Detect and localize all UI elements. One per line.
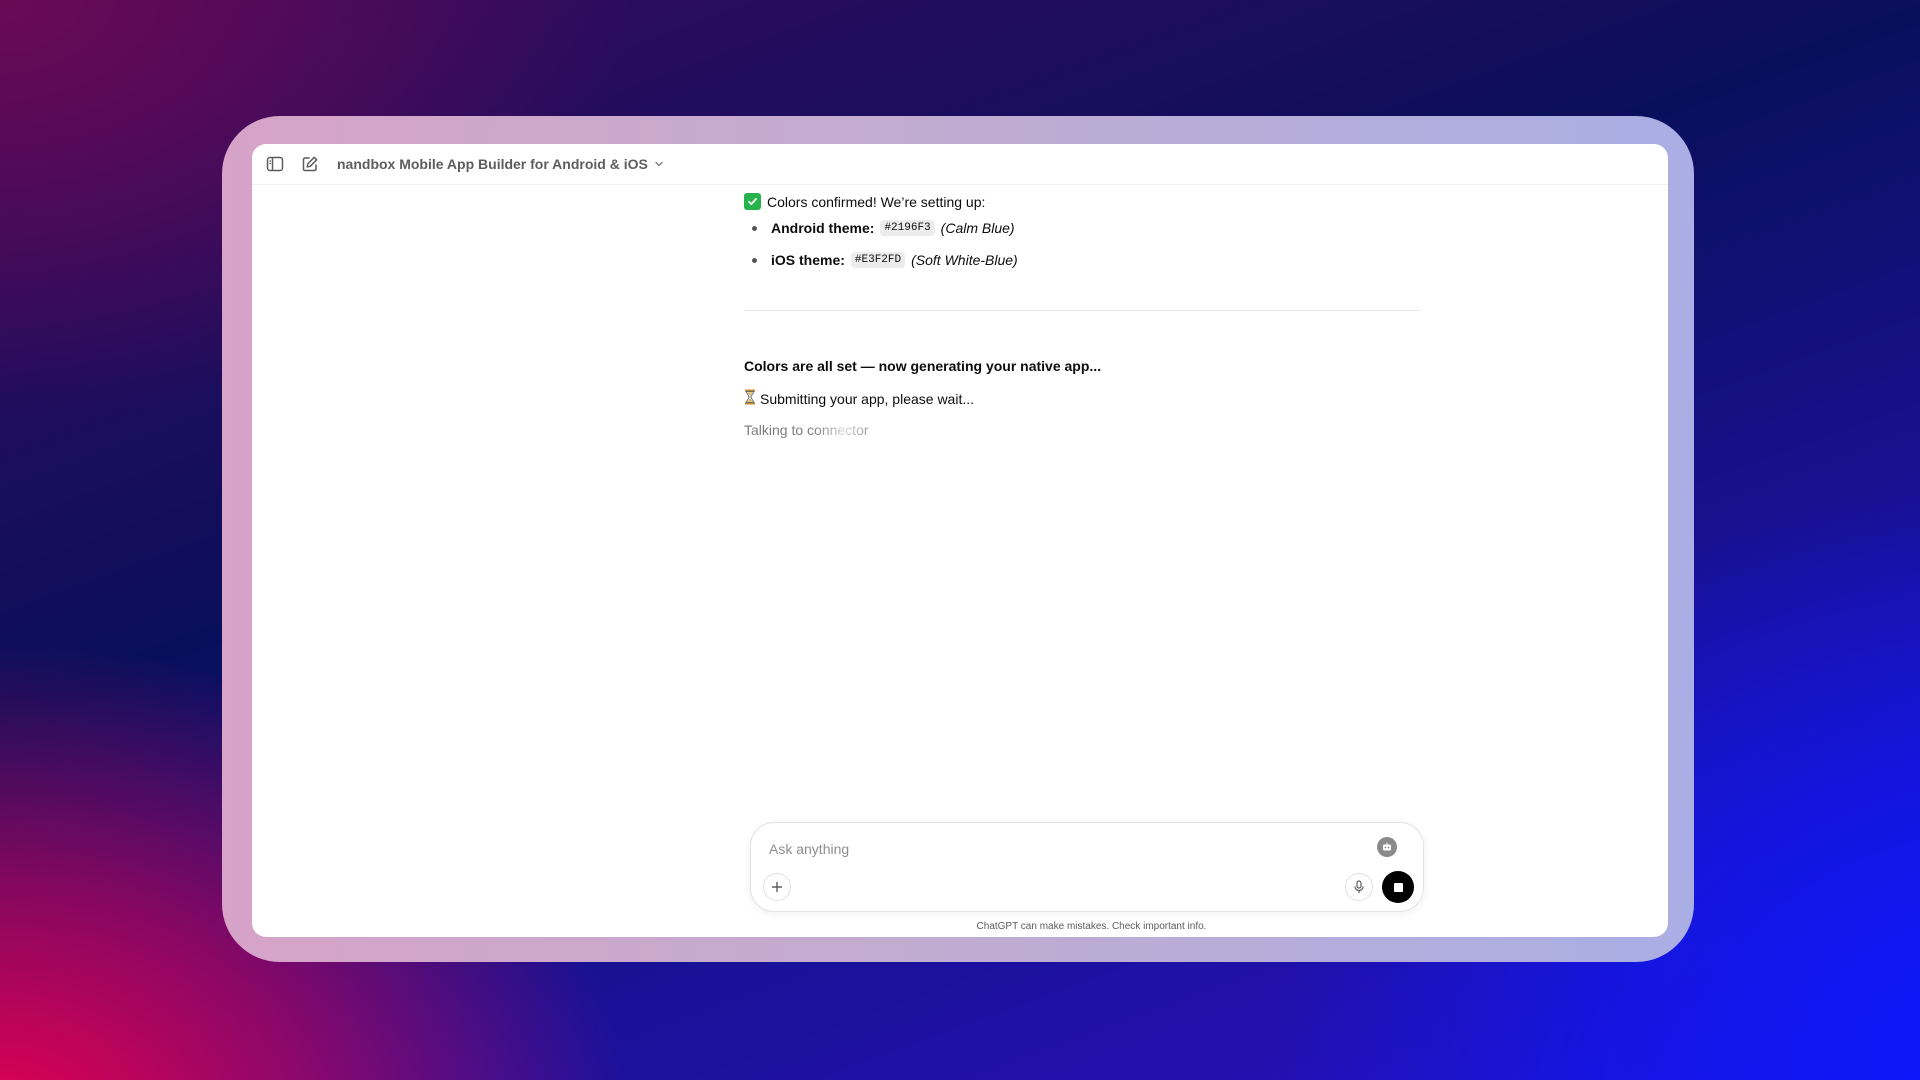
stop-button[interactable] (1382, 871, 1414, 903)
color-note: (Calm Blue) (940, 220, 1015, 236)
chevron-down-icon (655, 161, 663, 167)
new-chat-icon (302, 156, 318, 172)
sidebar-toggle-icon (266, 156, 284, 172)
color-note: (Soft White-Blue) (911, 252, 1018, 268)
top-bar: nandbox Mobile App Builder for Android &… (252, 144, 1668, 185)
add-attachment-button[interactable] (763, 873, 791, 901)
list-item: Android theme: #2196F3 (Calm Blue) (744, 220, 1015, 236)
stop-icon (1393, 882, 1403, 892)
composer (750, 822, 1424, 912)
bullet-dot (752, 257, 757, 263)
confirm-message: Colors confirmed! We’re setting up: (744, 193, 985, 210)
confirm-text: Colors confirmed! We’re setting up: (767, 193, 986, 210)
page-title: nandbox Mobile App Builder for Android &… (337, 156, 648, 172)
divider (744, 310, 1420, 311)
check-mark-icon (744, 193, 761, 210)
microphone-icon (1354, 880, 1364, 893)
model-selector[interactable]: nandbox Mobile App Builder for Android &… (337, 156, 664, 172)
bullet-label: iOS theme: (771, 252, 845, 268)
disclaimer: ChatGPT can make mistakes. Check importa… (976, 921, 1207, 932)
connector-status: Talking to connector (744, 422, 869, 438)
hourglass-icon (744, 389, 756, 408)
new-chat-button[interactable] (298, 152, 322, 176)
submitting-text: Submitting your app, please wait... (760, 390, 975, 407)
bullet-dot (752, 225, 757, 231)
plus-icon (771, 881, 783, 893)
color-code: #2196F3 (880, 220, 935, 236)
bullet-label: Android theme: (771, 220, 875, 236)
color-code: #E3F2FD (850, 252, 906, 268)
voice-input-button[interactable] (1345, 873, 1373, 901)
list-item: iOS theme: #E3F2FD (Soft White-Blue) (744, 252, 1018, 268)
sidebar-toggle-button[interactable] (263, 152, 287, 176)
prompt-input[interactable] (767, 837, 1351, 861)
connector-button[interactable] (1377, 837, 1397, 857)
status-heading: Colors are all set — now generating your… (744, 358, 1102, 374)
connector-icon (1383, 842, 1391, 851)
submitting-message: Submitting your app, please wait... (744, 389, 974, 408)
chat-window: nandbox Mobile App Builder for Android &… (252, 144, 1668, 937)
